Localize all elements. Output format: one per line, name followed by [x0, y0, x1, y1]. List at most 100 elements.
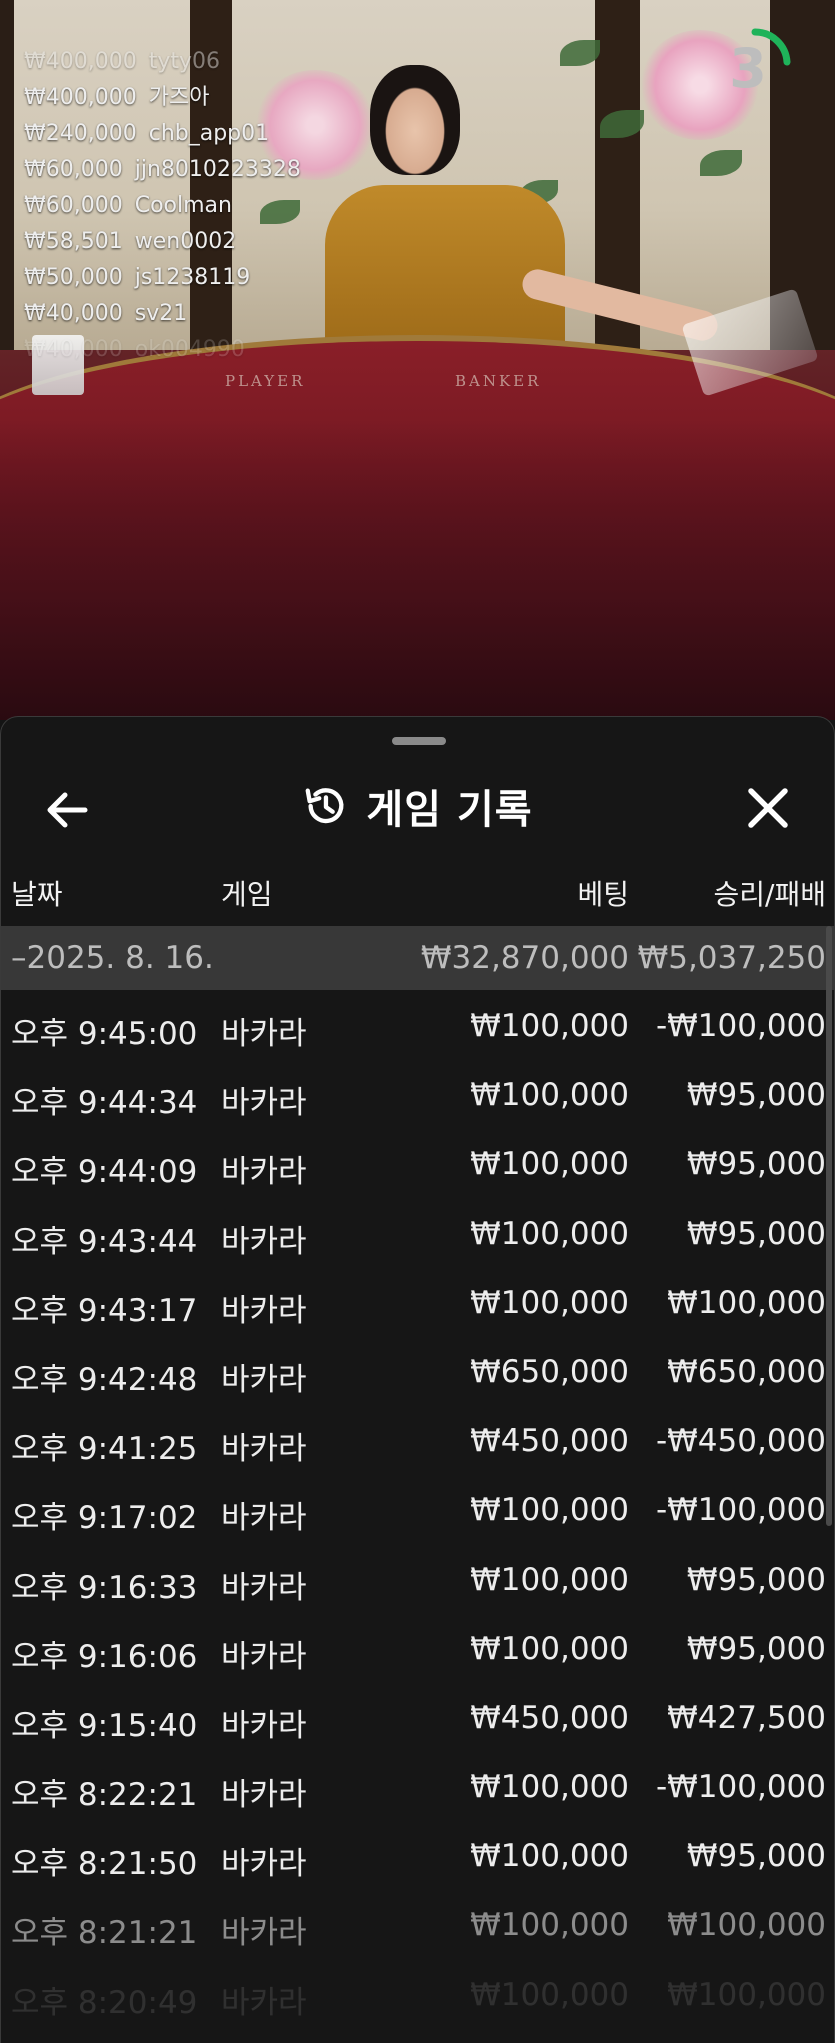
date-group-bet-total: ₩32,870,000 [420, 940, 629, 976]
row-bet: ₩100,000 [470, 1838, 629, 1875]
column-header-bet[interactable]: 베팅 [577, 873, 629, 913]
table-row[interactable]: 오후 9:45:00 바카라 ₩100,000 -₩100,000 [1, 990, 834, 1059]
row-time: 오후 8:21:21 [11, 1915, 198, 1952]
bet-feed-user: js1238119 [134, 265, 251, 290]
table-row[interactable]: 오후 8:22:21 바카라 ₩100,000 -₩100,000 [1, 1751, 834, 1820]
table-row[interactable]: 오후 9:16:06 바카라 ₩100,000 ₩95,000 [1, 1613, 834, 1682]
column-header-game[interactable]: 게임 [221, 873, 273, 913]
arrow-left-icon [47, 792, 88, 828]
row-bet: ₩100,000 [470, 1630, 629, 1667]
table-row[interactable]: 오후 9:42:48 바카라 ₩650,000 ₩650,000 [1, 1336, 834, 1405]
row-result: ₩100,000 [667, 1976, 826, 2013]
row-time: 오후 8:21:50 [11, 1846, 198, 1883]
title-group: 게임 기록 [1, 761, 834, 851]
table-row[interactable]: 오후 9:17:02 바카라 ₩100,000 -₩100,000 [1, 1474, 834, 1543]
bet-feed-amount: ₩40,000 [24, 337, 123, 362]
scrollbar[interactable] [826, 926, 832, 1526]
bet-feed-amount: ₩50,000 [24, 265, 123, 290]
column-header-win-loss[interactable]: 승리/패배 [714, 873, 826, 913]
row-time: 오후 9:43:17 [11, 1292, 198, 1329]
table-row[interactable]: 오후 8:20:49 바카라 ₩100,000 ₩100,000 [1, 1959, 834, 2028]
row-time: 오후 9:41:25 [11, 1431, 198, 1468]
row-bet: ₩100,000 [470, 1561, 629, 1598]
close-button[interactable] [741, 781, 795, 835]
table-row[interactable]: 오후 9:41:25 바카라 ₩450,000 -₩450,000 [1, 1405, 834, 1474]
row-result: ₩95,000 [686, 1146, 826, 1183]
row-result: -₩100,000 [655, 1769, 826, 1806]
row-bet: ₩100,000 [470, 1008, 629, 1044]
row-time: 오후 9:45:00 [11, 1016, 198, 1052]
row-result: -₩100,000 [655, 1008, 826, 1044]
row-game: 바카라 [221, 1984, 307, 2021]
date-group-row[interactable]: –2025. 8. 16. ₩32,870,000 ₩5,037,250 [1, 926, 834, 990]
row-result: ₩95,000 [686, 1077, 826, 1114]
history-list: 오후 9:45:00 바카라 ₩100,000 -₩100,000 오후 9:44:3… [1, 990, 834, 2028]
bet-feed-user: Coolman [134, 193, 232, 218]
row-game: 바카라 [221, 1500, 307, 1537]
bet-feed-amount: ₩60,000 [24, 193, 123, 218]
bet-feed-item: ₩40,000 ok004990 [24, 332, 301, 368]
bet-feed-item: ₩240,000 chb_app01 [24, 116, 301, 152]
row-bet: ₩100,000 [470, 1215, 629, 1252]
bet-feed-item: ₩400,000 tyty06 [24, 44, 301, 80]
bet-feed-item: ₩50,000 js1238119 [24, 260, 301, 296]
row-result: ₩95,000 [686, 1561, 826, 1598]
bet-feed-user: wen0002 [134, 229, 237, 254]
table-label-banker: BANKER [455, 372, 542, 390]
table-row[interactable]: 오후 9:44:09 바카라 ₩100,000 ₩95,000 [1, 1128, 834, 1197]
bet-feed-amount: ₩400,000 [24, 85, 137, 110]
live-video-feed: PLAYER BANKER ₩400,000 tyty06 ₩400,000 가즈아… [0, 0, 835, 720]
bet-feed-item: ₩58,501 wen0002 [24, 224, 301, 260]
table-row[interactable]: 오후 8:21:50 바카라 ₩100,000 ₩95,000 [1, 1820, 834, 1889]
bet-feed-amount: ₩60,000 [24, 157, 123, 182]
row-result: ₩100,000 [667, 1284, 826, 1321]
table-row[interactable]: 오후 8:21:21 바카라 ₩100,000 ₩100,000 [1, 1889, 834, 1958]
row-time: 오후 8:22:21 [11, 1777, 198, 1814]
row-time: 오후 9:17:02 [11, 1500, 198, 1537]
bet-feed-item: ₩40,000 sv21 [24, 296, 301, 332]
row-game: 바카라 [221, 1569, 307, 1606]
bet-feed-user: jjn8010223328 [134, 157, 301, 182]
row-bet: ₩100,000 [470, 1146, 629, 1183]
table-row[interactable]: 오후 9:43:17 바카라 ₩100,000 ₩100,000 [1, 1267, 834, 1336]
row-bet: ₩450,000 [470, 1699, 629, 1736]
bet-feed-user: chb_app01 [148, 121, 270, 146]
row-bet: ₩100,000 [470, 1769, 629, 1806]
bet-feed-user: 가즈아 [148, 85, 210, 110]
row-time: 오후 8:20:49 [11, 1984, 198, 2021]
row-time: 오후 9:15:40 [11, 1707, 198, 1744]
row-result: -₩450,000 [655, 1423, 826, 1460]
sheet-header: 게임 기록 [1, 761, 834, 851]
row-game: 바카라 [221, 1292, 307, 1329]
bet-feed-amount: ₩400,000 [24, 49, 137, 74]
table-row[interactable]: 오후 9:16:33 바카라 ₩100,000 ₩95,000 [1, 1544, 834, 1613]
bet-feed-user: ok004990 [134, 337, 245, 362]
bet-feed-amount: ₩58,501 [24, 229, 123, 254]
column-header-date[interactable]: 날짜 [11, 873, 63, 913]
table-row[interactable]: 오후 9:43:44 바카라 ₩100,000 ₩95,000 [1, 1198, 834, 1267]
row-bet: ₩100,000 [470, 1284, 629, 1321]
sheet-drag-handle[interactable] [392, 737, 446, 745]
close-x-icon [748, 788, 788, 828]
row-time: 오후 9:44:34 [11, 1085, 198, 1122]
row-game: 바카라 [221, 1085, 307, 1122]
row-game: 바카라 [221, 1707, 307, 1744]
dealer [325, 185, 565, 355]
row-result: ₩95,000 [686, 1630, 826, 1667]
table-row[interactable]: 오후 9:15:40 바카라 ₩450,000 ₩427,500 [1, 1682, 834, 1751]
row-result: ₩427,500 [667, 1699, 826, 1736]
row-game: 바카라 [221, 1638, 307, 1675]
row-game: 바카라 [221, 1846, 307, 1883]
row-game: 바카라 [221, 1361, 307, 1398]
row-time: 오후 9:16:06 [11, 1638, 198, 1675]
row-result: -₩100,000 [655, 1492, 826, 1529]
row-time: 오후 9:16:33 [11, 1569, 198, 1606]
back-button[interactable] [41, 783, 95, 837]
page-title: 게임 기록 [366, 787, 533, 833]
row-bet: ₩100,000 [470, 1077, 629, 1114]
bet-feed-user: tyty06 [148, 49, 221, 74]
date-group-date: –2025. 8. 16. [11, 940, 214, 976]
table-row[interactable]: 오후 9:44:34 바카라 ₩100,000 ₩95,000 [1, 1059, 834, 1128]
bet-feed: ₩400,000 tyty06 ₩400,000 가즈아 ₩240,000 chb_a… [24, 44, 301, 368]
row-game: 바카라 [221, 1431, 307, 1468]
